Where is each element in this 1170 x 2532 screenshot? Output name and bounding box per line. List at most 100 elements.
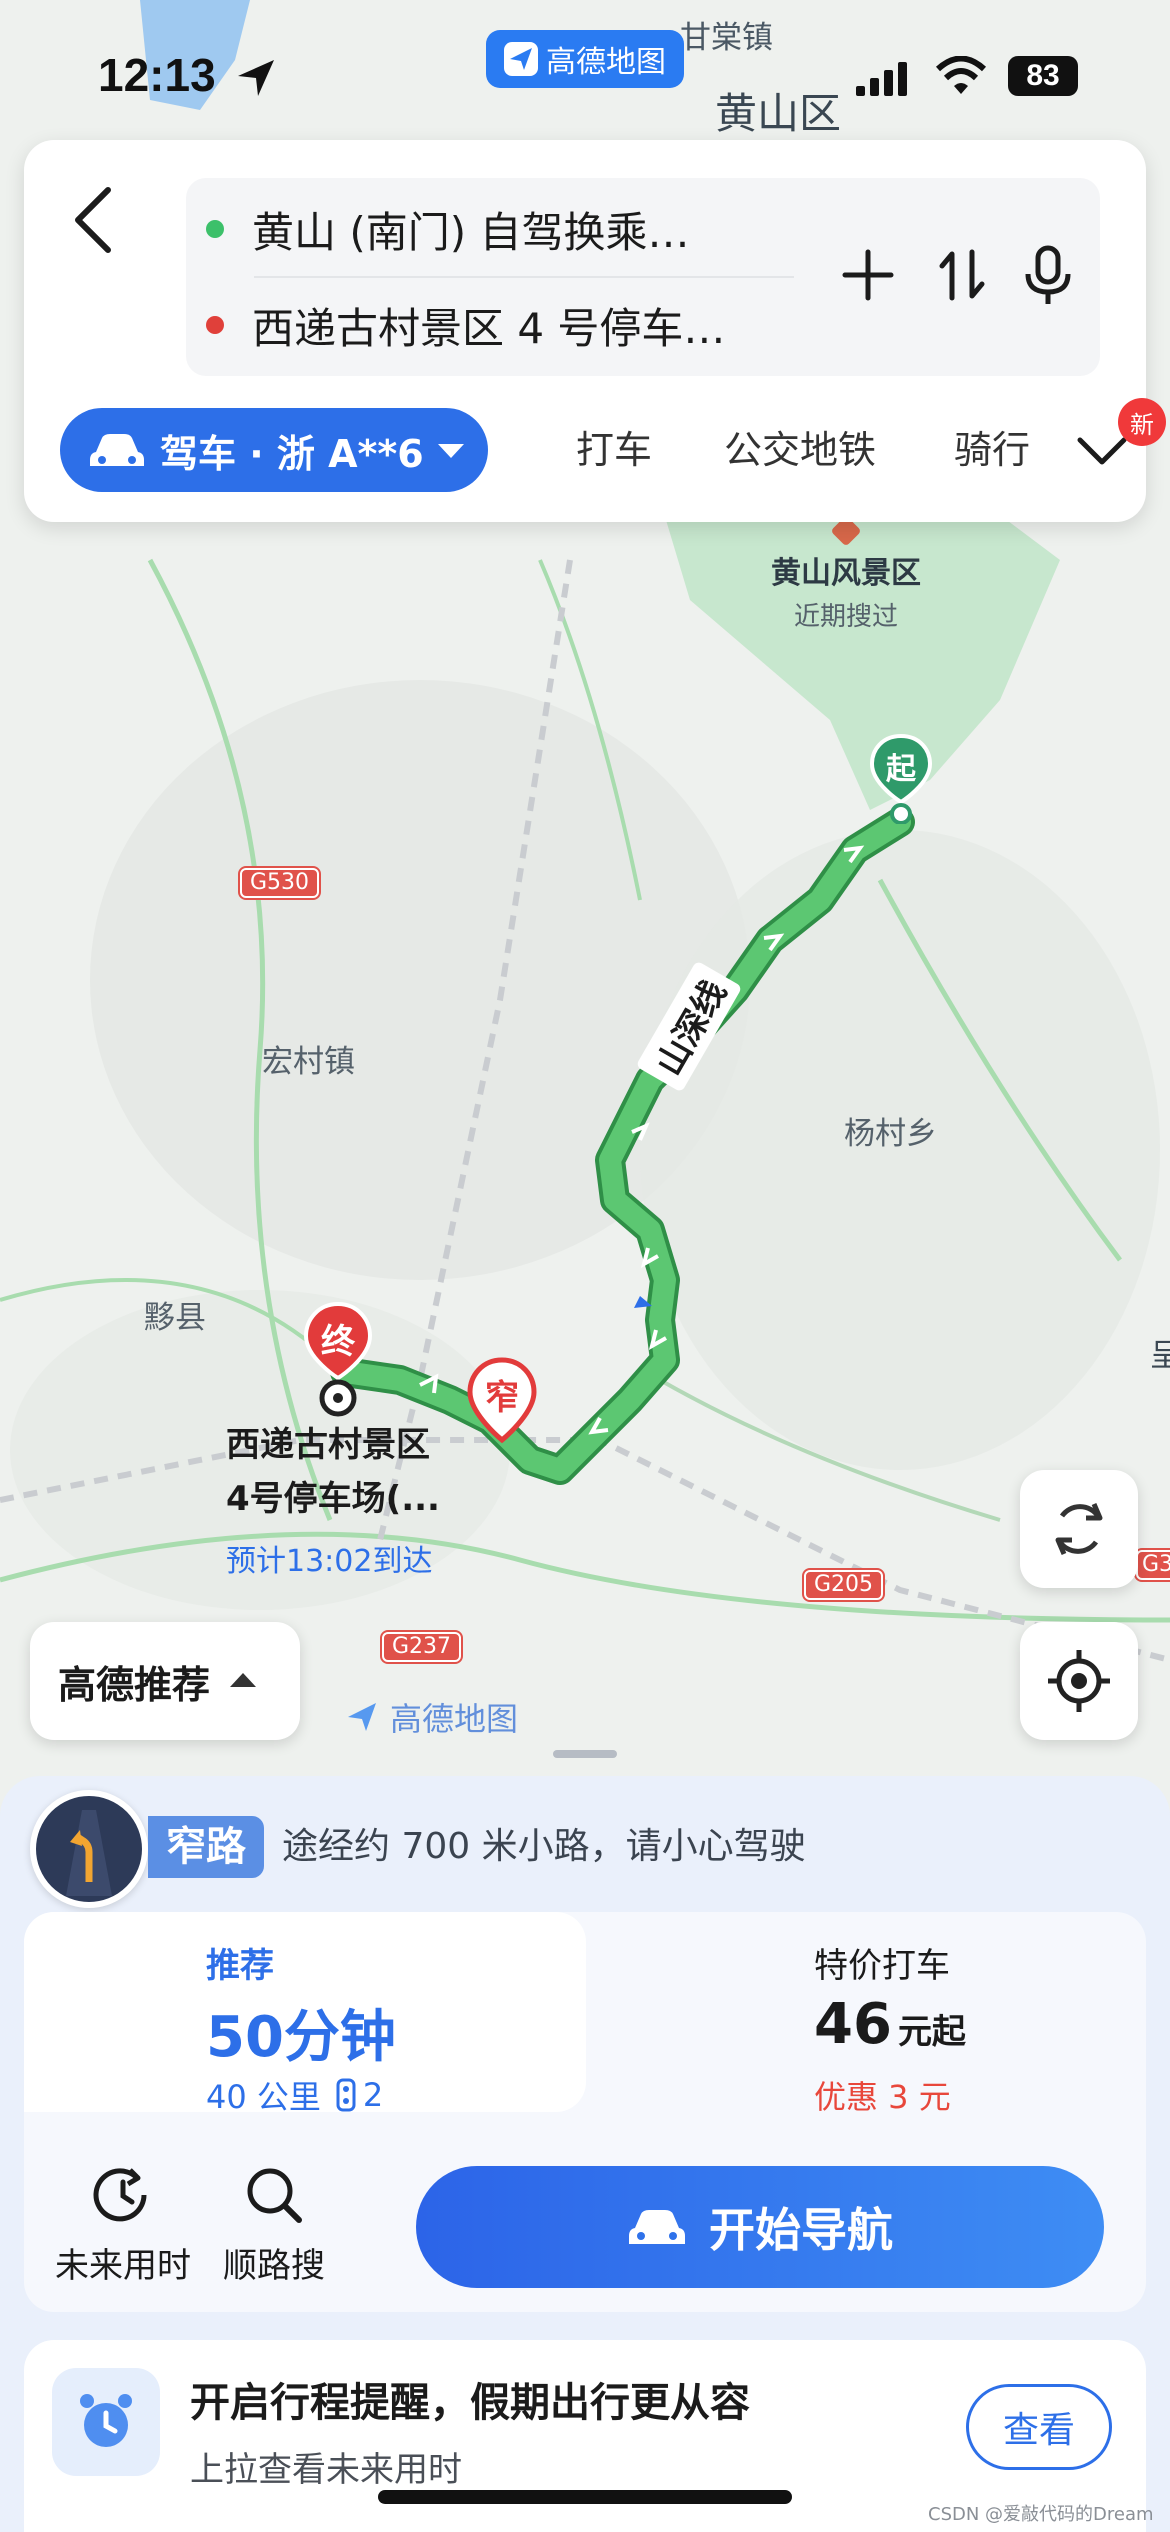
new-badge: 新 <box>1118 398 1166 446</box>
narrow-road-illustration-icon <box>66 1810 112 1896</box>
end-marker[interactable]: 终 <box>302 1300 374 1420</box>
car-icon <box>90 434 144 466</box>
alarm-clock-icon <box>52 2368 160 2476</box>
cellular-signal-icon <box>856 62 907 96</box>
alarm-icon <box>80 2394 132 2447</box>
map-label-hongcun[interactable]: 宏村镇 <box>262 1036 355 1081</box>
start-marker-label: 起 <box>886 752 916 787</box>
wifi-icon <box>935 56 987 94</box>
status-time: 12:13 <box>98 49 216 101</box>
destination-text: 西递古村景区 4 号停车… <box>252 303 726 353</box>
along-route-search-label: 顺路搜 <box>223 2246 325 2286</box>
microphone-icon <box>1025 245 1071 304</box>
csdn-watermark: CSDN @爱敲代码的Dream <box>928 2504 1154 2525</box>
route-preference-button[interactable]: 高德推荐 <box>30 1622 300 1740</box>
swap-endpoints-button[interactable] <box>930 240 994 310</box>
car-icon <box>629 2210 685 2244</box>
future-time-button[interactable]: 未来用时 <box>48 2162 198 2287</box>
narrow-road-icon <box>30 1790 148 1908</box>
map-logo-text: 高德地图 <box>390 1700 519 1738</box>
map-logo-watermark: 高德地图 <box>342 1694 518 1740</box>
locate-icon <box>1048 1650 1110 1712</box>
refresh-route-button[interactable] <box>1020 1470 1138 1588</box>
start-marker[interactable]: 起 <box>868 732 934 825</box>
map-label-yangcun[interactable]: 杨村乡 <box>844 1108 937 1153</box>
add-waypoint-button[interactable] <box>836 240 900 310</box>
route-option-meta: 40 公里 2 <box>206 2072 383 2118</box>
home-indicator[interactable] <box>378 2490 792 2504</box>
tab-transit[interactable]: 公交地铁 <box>724 408 876 492</box>
alert-tag: 窄路 <box>148 1816 264 1878</box>
chevron-left-icon <box>75 187 111 253</box>
poi-title: 黄山风景区 <box>771 556 921 591</box>
view-reminder-button[interactable]: 查看 <box>966 2384 1112 2470</box>
destination-dot-icon <box>206 316 224 334</box>
tab-cycle[interactable]: 骑行 <box>954 408 1030 492</box>
taxi-price-unit: 元起 <box>897 2012 966 2052</box>
road-badge-g205: G205 <box>804 1570 884 1600</box>
back-button[interactable] <box>64 180 124 260</box>
traffic-light-icon <box>336 2078 356 2112</box>
route-options-card: 推荐 50分钟 40 公里 2 特价打车 46 元起 优惠 3 元 未来用时 顺… <box>24 1912 1146 2312</box>
route-card: 黄山 (南门) 自驾换乘… 西递古村景区 4 号停车… 驾车 · 浙 A**6 … <box>24 140 1166 522</box>
start-navigation-label: 开始导航 <box>709 2203 893 2257</box>
voice-input-button[interactable] <box>1016 240 1080 310</box>
road-badge-g530: G530 <box>240 868 320 898</box>
destination-name-line1: 西递古村景区 <box>226 1425 430 1465</box>
app-return-pill[interactable]: 高德地图 <box>486 30 684 88</box>
route-option-recommended[interactable]: 推荐 50分钟 40 公里 2 <box>24 1912 586 2116</box>
map-label-yixian[interactable]: 黟县 <box>144 1292 206 1337</box>
route-preference-label: 高德推荐 <box>58 1662 211 1707</box>
narrow-road-alert[interactable]: 窄路 途经约 700 米小路，请小心驾驶 <box>30 1790 1140 1908</box>
app-root: 甘棠镇 宏村镇 杨村乡 黟县 呈 G530 G205 G237 G3 山深线 黄… <box>0 0 1170 2532</box>
map-label-huangshan-district: 黄山区 <box>715 89 842 138</box>
future-time-label: 未来用时 <box>55 2246 191 2286</box>
route-option-lights: 2 <box>362 2076 384 2114</box>
endpoints-box: 黄山 (南门) 自驾换乘… 西递古村景区 4 号停车… <box>186 178 1100 376</box>
location-arrow-icon <box>238 60 274 96</box>
end-marker-label: 终 <box>321 1322 355 1362</box>
reminder-subtitle: 上拉查看未来用时 <box>190 2450 462 2490</box>
taxi-price: 46 元起 <box>814 1992 966 2057</box>
route-option-distance: 40 公里 <box>206 2078 321 2116</box>
taxi-price-value: 46 <box>814 1992 892 2057</box>
origin-dot-icon <box>206 220 224 238</box>
amap-app-icon <box>504 42 538 76</box>
swap-icon <box>939 249 985 301</box>
endpoint-divider <box>254 276 794 278</box>
route-option-tag: 推荐 <box>206 1946 274 1986</box>
alert-text: 途经约 700 米小路，请小心驾驶 <box>282 1826 806 1867</box>
status-bar: 12:13 高德地图 黄山区 83 <box>0 0 1170 140</box>
battery-level: 83 <box>1026 59 1060 92</box>
taxi-option-tag: 特价打车 <box>814 1946 950 1986</box>
battery-indicator: 83 <box>1008 56 1078 96</box>
road-badge-g237: G237 <box>382 1632 462 1662</box>
destination-field[interactable]: 西递古村景区 4 号停车… <box>206 280 806 370</box>
origin-field[interactable]: 黄山 (南门) 自驾换乘… <box>206 184 806 274</box>
route-option-taxi[interactable]: 特价打车 46 元起 优惠 3 元 <box>586 1912 1146 2116</box>
poi-huangshan-scenic[interactable]: 黄山风景区 近期搜过 <box>756 515 936 633</box>
route-option-time: 50分钟 <box>206 2005 396 2070</box>
start-navigation-button[interactable]: 开始导航 <box>416 2166 1104 2288</box>
tab-drive-label: 驾车 · 浙 A**6 <box>160 431 424 476</box>
along-route-search-button[interactable]: 顺路搜 <box>214 2162 334 2287</box>
caret-down-icon <box>437 444 464 458</box>
narrow-marker-label: 窄 <box>485 1378 519 1418</box>
origin-text: 黄山 (南门) 自驾换乘… <box>252 207 690 257</box>
eta-label: 预计13:02到达 <box>226 1544 433 1579</box>
travel-mode-tabs: 驾车 · 浙 A**6 打车 公交地铁 骑行 新 <box>60 398 1166 498</box>
taxi-discount: 优惠 3 元 <box>814 2078 951 2116</box>
locate-me-button[interactable] <box>1020 1622 1138 1740</box>
plus-icon <box>842 249 894 301</box>
sheet-drag-handle[interactable] <box>553 1750 617 1758</box>
poi-subtitle: 近期搜过 <box>793 602 898 632</box>
clock-forward-icon <box>93 2168 147 2222</box>
app-pill-label: 高德地图 <box>546 45 666 80</box>
refresh-icon <box>1055 1503 1103 1555</box>
amap-logo-icon <box>348 1703 376 1731</box>
search-icon <box>247 2168 302 2223</box>
destination-label[interactable]: 西递古村景区 4号停车场(... 预计13:02到达 <box>226 1418 526 1580</box>
road-badge-g3: G3 <box>1136 1550 1170 1580</box>
tab-drive[interactable]: 驾车 · 浙 A**6 <box>60 408 488 492</box>
tab-taxi[interactable]: 打车 <box>576 408 652 492</box>
